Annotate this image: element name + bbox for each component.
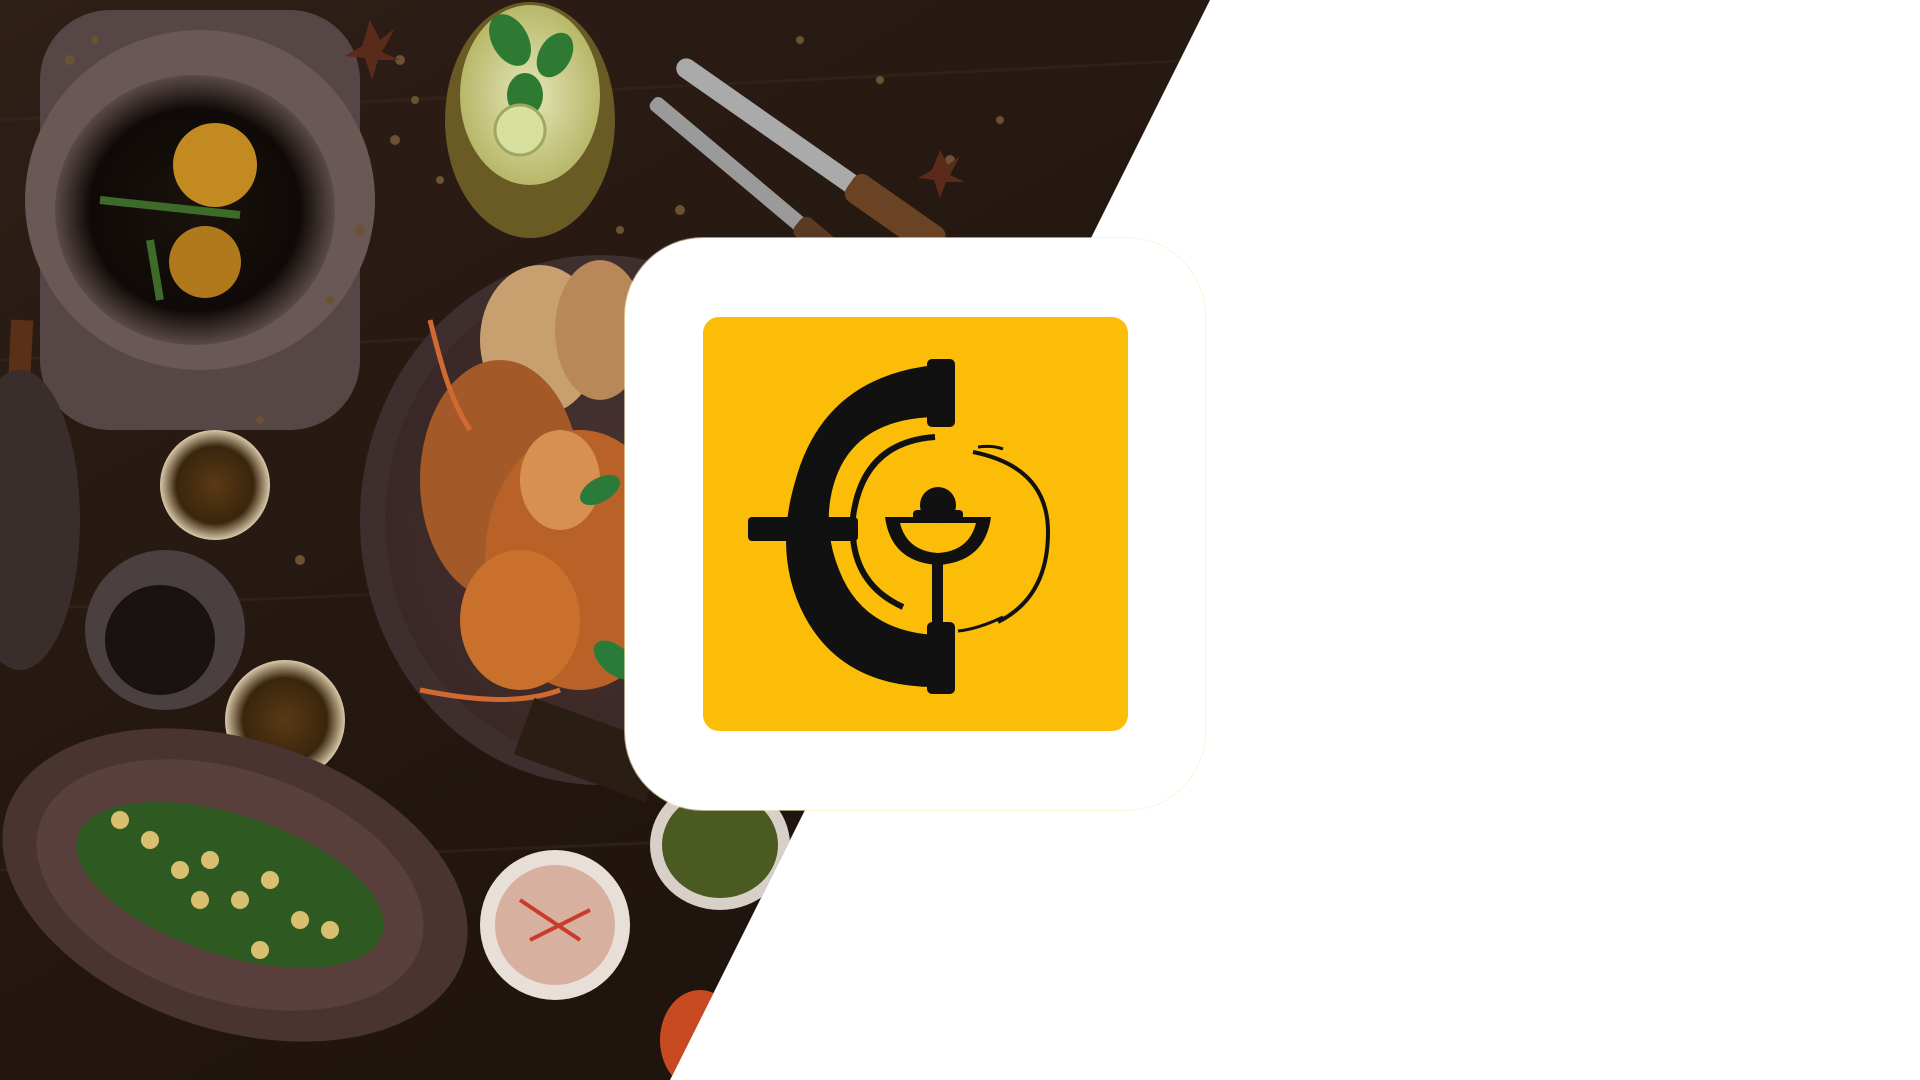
- app-icon-card: [625, 238, 1205, 810]
- restaurant-logo-icon: [703, 317, 1128, 731]
- splash-screen: [0, 0, 1920, 1080]
